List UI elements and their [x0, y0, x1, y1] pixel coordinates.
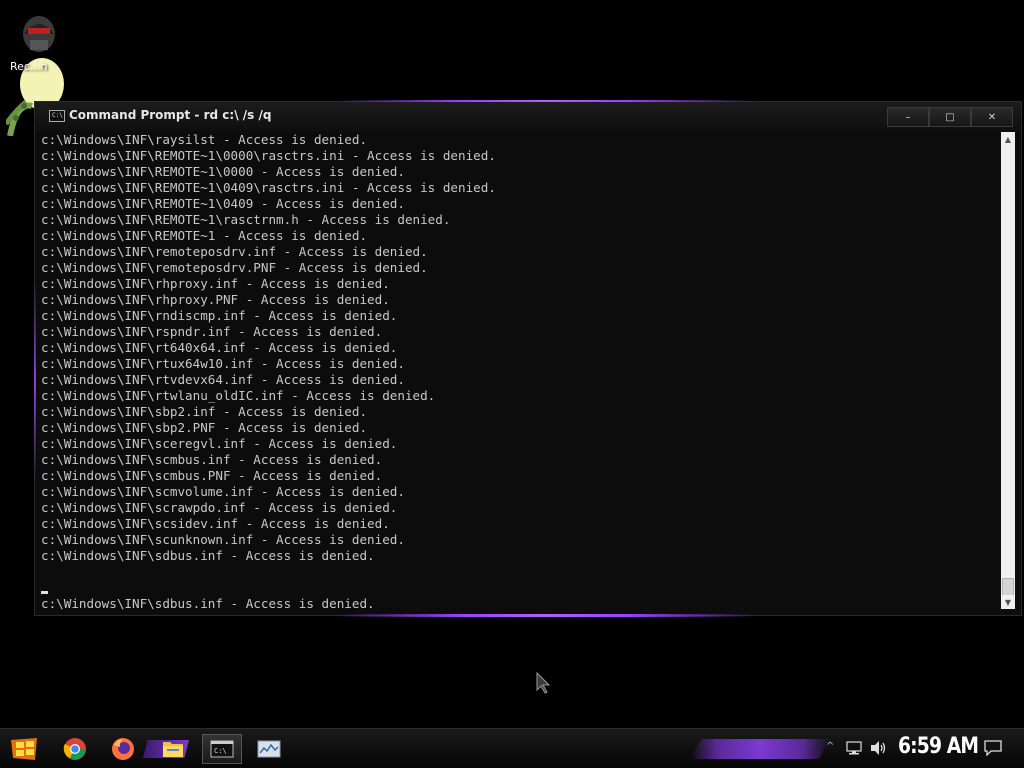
console-line: c:\Windows\INF\rhproxy.PNF - Access is d…: [41, 292, 390, 307]
taskbar-firefox[interactable]: [106, 734, 140, 764]
console-line: c:\Windows\INF\remoteposdrv.inf - Access…: [41, 244, 428, 259]
desktop-icon-label: Rec...n: [10, 60, 48, 73]
console-line: c:\Windows\INF\REMOTE~1\rasctrnm.h - Acc…: [41, 212, 451, 227]
command-prompt-window[interactable]: C:\ Command Prompt - rd c:\ /s /q – □ ✕ …: [34, 100, 1022, 617]
console-line: c:\Windows\INF\REMOTE~1\0000\rasctrs.ini…: [41, 148, 496, 163]
desktop: Rec...n C:\ Command Prompt - rd c:\ /s /…: [0, 0, 1024, 768]
file-explorer-icon: [163, 742, 183, 757]
console-line: c:\Windows\INF\rspndr.inf - Access is de…: [41, 324, 383, 339]
console-line: c:\Windows\INF\sdbus.inf - Access is den…: [41, 548, 375, 563]
scroll-down-arrow-icon[interactable]: ▼: [1001, 595, 1015, 609]
console-line: c:\Windows\INF\rt640x64.inf - Access is …: [41, 340, 398, 355]
taskbar-chrome[interactable]: [58, 734, 92, 764]
console-line: c:\Windows\INF\sbp2.PNF - Access is deni…: [41, 420, 368, 435]
network-icon[interactable]: [846, 741, 862, 755]
console-line: c:\Windows\INF\remoteposdrv.PNF - Access…: [41, 260, 428, 275]
console-line: c:\Windows\INF\sbp2.inf - Access is deni…: [41, 404, 368, 419]
console-line: c:\Windows\INF\rtvdevx64.inf - Access is…: [41, 372, 405, 387]
mouse-pointer-icon: [536, 672, 551, 694]
console-line: c:\Windows\INF\REMOTE~1\0000 - Access is…: [41, 164, 405, 179]
console-line: c:\Windows\INF\raysilst - Access is deni…: [41, 132, 368, 147]
console-line: c:\Windows\INF\scmbus.inf - Access is de…: [41, 452, 383, 467]
console-line: c:\Windows\INF\scsidev.inf - Access is d…: [41, 516, 390, 531]
taskbar-purple-accent: [690, 739, 830, 759]
console-line: c:\Windows\INF\sceregvl.inf - Access is …: [41, 436, 398, 451]
notification-icon[interactable]: [984, 740, 1002, 756]
taskbar: C:\ ^ 6:59 AM: [0, 728, 1024, 768]
maximize-button[interactable]: □: [929, 107, 971, 127]
firefox-icon: [112, 738, 134, 760]
taskbar-task-manager[interactable]: [252, 734, 286, 764]
window-titlebar[interactable]: C:\ Command Prompt - rd c:\ /s /q – □ ✕: [35, 102, 1021, 132]
taskbar-command-prompt[interactable]: C:\: [202, 734, 242, 764]
close-button[interactable]: ✕: [971, 107, 1013, 127]
window-controls: – □ ✕: [887, 107, 1013, 127]
command-prompt-icon: C:\: [49, 110, 65, 122]
window-glow-bottom: [335, 614, 755, 617]
scroll-up-arrow-icon[interactable]: ▲: [1001, 132, 1015, 146]
console-line: c:\Windows\INF\REMOTE~1 - Access is deni…: [41, 228, 368, 243]
console-line: c:\Windows\INF\scrawpdo.inf - Access is …: [41, 500, 398, 515]
console-line: c:\Windows\INF\scmvolume.inf - Access is…: [41, 484, 405, 499]
console-output[interactable]: c:\Windows\INF\raysilst - Access is deni…: [41, 132, 999, 610]
chrome-icon: [63, 738, 86, 760]
clock[interactable]: 6:59 AM: [898, 734, 979, 759]
console-line: c:\Windows\INF\REMOTE~1\0409\rasctrs.ini…: [41, 180, 496, 195]
task-manager-icon: [257, 740, 281, 758]
text-cursor: [41, 591, 48, 594]
console-line: c:\Windows\INF\rtux64w10.inf - Access is…: [41, 356, 405, 371]
minimize-button[interactable]: –: [887, 107, 929, 127]
window-title: Command Prompt - rd c:\ /s /q: [69, 108, 272, 122]
console-line: c:\Windows\INF\sdbus.inf - Access is den…: [41, 596, 375, 610]
console-cursor-line: [41, 580, 999, 596]
vertical-scrollbar[interactable]: ▲ ▼: [1001, 132, 1015, 609]
console-line: c:\Windows\INF\scunknown.inf - Access is…: [41, 532, 405, 547]
console-line: c:\Windows\INF\rhproxy.inf - Access is d…: [41, 276, 390, 291]
tray-chevron-icon[interactable]: ^: [826, 741, 834, 752]
console-line: c:\Windows\INF\REMOTE~1\0409 - Access is…: [41, 196, 405, 211]
console-line: c:\Windows\INF\scmbus.PNF - Access is de…: [41, 468, 383, 483]
svg-text:C:\: C:\: [214, 747, 227, 755]
volume-icon[interactable]: [870, 740, 888, 756]
scrollbar-thumb[interactable]: [1002, 578, 1014, 596]
taskbar-file-explorer[interactable]: [156, 734, 190, 764]
system-tray: ^ 6:59 AM: [824, 729, 1024, 768]
window-glow-left: [34, 282, 36, 482]
console-line: c:\Windows\INF\rtwlanu_oldIC.inf - Acces…: [41, 388, 436, 403]
console-line: c:\Windows\INF\rndiscmp.inf - Access is …: [41, 308, 398, 323]
start-button[interactable]: [8, 735, 40, 763]
command-prompt-icon: C:\: [210, 740, 234, 758]
start-icon: [11, 738, 37, 760]
